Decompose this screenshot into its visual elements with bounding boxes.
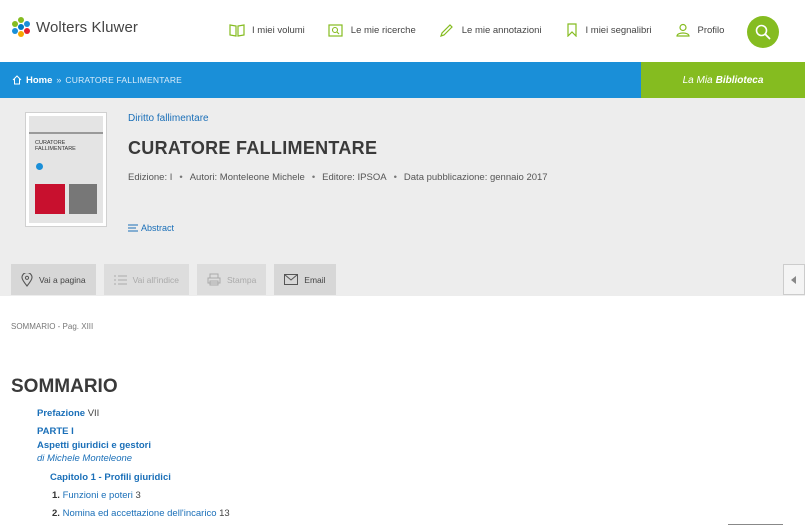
list-icon	[113, 275, 127, 284]
home-icon	[12, 75, 22, 85]
cover-band	[29, 132, 103, 134]
nav-my-volumes[interactable]: I miei volumi	[229, 23, 305, 37]
abstract-label: Abstract	[141, 223, 175, 233]
toc-item-number: 1.	[52, 490, 60, 501]
book-publication-date: Data pubblicazione: gennaio 2017	[403, 172, 548, 183]
nav-my-bookmarks-label: I miei segnalibri	[585, 24, 652, 36]
toc-item-page: 3	[135, 490, 141, 501]
toc-part-link[interactable]: PARTE I	[37, 426, 74, 437]
cover-title: CURATORE FALLIMENTARE	[35, 140, 76, 152]
my-library-bold: Biblioteca	[715, 74, 764, 86]
toc-prefazione-page: VII	[87, 408, 100, 419]
goto-index-label: Vai all'indice	[132, 274, 179, 285]
breadcrumb: Home » CURATORE FALLIMENTARE	[0, 62, 641, 98]
side-panel-toggle[interactable]	[783, 264, 805, 295]
book-cover: CURATORE FALLIMENTARE	[25, 112, 107, 227]
toc-prefazione: Prefazione VII	[37, 408, 99, 419]
toc-item-link[interactable]: Nomina ed accettazione dell'incarico	[63, 508, 217, 519]
envelope-icon	[284, 274, 299, 285]
toc-part-title-link[interactable]: Aspetti giuridici e gestori	[37, 440, 151, 451]
logo-mark-icon	[11, 17, 31, 37]
lines-icon	[128, 224, 138, 232]
book-authors: Autori: Monteleone Michele	[189, 172, 305, 183]
toc-item: 1. Funzioni e poteri 3	[52, 490, 141, 501]
toc-part: PARTE I	[37, 426, 74, 437]
breadcrumb-home[interactable]: Home	[12, 75, 52, 86]
brand-name: Wolters Kluwer	[36, 18, 138, 36]
book-publisher: Editore: IPSOA	[322, 172, 387, 183]
toc-item-link[interactable]: Funzioni e poteri	[63, 490, 133, 501]
toc-author-text: di Michele Monteleone	[37, 453, 133, 464]
nav-profile[interactable]: Profilo	[675, 23, 725, 37]
nav-my-searches[interactable]: Le mie ricerche	[328, 23, 416, 37]
print-label: Stampa	[227, 274, 257, 285]
map-pin-icon	[21, 272, 33, 287]
toc-part-title: Aspetti giuridici e gestori	[37, 440, 151, 451]
pencil-icon	[439, 24, 453, 37]
book-meta: Edizione: I • Autori: Monteleone Michele…	[128, 172, 548, 183]
toc-chapter-link[interactable]: Capitolo 1 - Profili giuridici	[50, 472, 171, 483]
cover-red-block	[35, 184, 65, 214]
book-icon	[229, 24, 245, 37]
print-button[interactable]: Stampa	[197, 264, 267, 295]
book-edition: Edizione: I	[128, 172, 173, 183]
goto-page-label: Vai a pagina	[39, 274, 86, 285]
page-reference: SOMMARIO - Pag. XIII	[11, 322, 94, 331]
book-cover-image: CURATORE FALLIMENTARE	[29, 116, 103, 223]
wolters-kluwer-logo[interactable]: Wolters Kluwer	[11, 17, 138, 37]
top-header: Wolters Kluwer I miei volumi Le mie rice…	[0, 0, 805, 62]
toc-item-number: 2.	[52, 508, 60, 519]
divider-line	[728, 524, 783, 525]
bookmark-icon	[566, 23, 577, 37]
book-title: CURATORE FALLIMENTARE	[128, 138, 378, 158]
breadcrumb-separator: »	[56, 75, 62, 85]
breadcrumb-current: CURATORE FALLIMENTARE	[65, 75, 183, 85]
toc-author: di Michele Monteleone	[37, 453, 132, 464]
toc-chapter: Capitolo 1 - Profili giuridici	[50, 472, 171, 483]
toc-item-page: 13	[219, 508, 230, 519]
printer-icon	[207, 273, 221, 286]
caret-left-icon	[791, 275, 796, 284]
email-label: Email	[304, 274, 326, 285]
nav-my-volumes-label: I miei volumi	[252, 24, 305, 36]
nav-my-bookmarks[interactable]: I miei segnalibri	[565, 23, 652, 37]
my-library-button[interactable]: La Mia Biblioteca	[641, 62, 805, 98]
abstract-link[interactable]: Abstract	[128, 223, 174, 233]
nav-profile-label: Profilo	[697, 24, 725, 36]
toc-prefazione-link[interactable]: Prefazione	[37, 408, 85, 419]
user-icon	[675, 23, 690, 37]
my-library-prefix: La Mia	[682, 74, 713, 86]
goto-index-button[interactable]: Vai all'indice	[103, 264, 189, 295]
content-heading: SOMMARIO	[11, 376, 118, 397]
email-button[interactable]: Email	[274, 264, 336, 295]
search-folder-icon	[328, 24, 343, 37]
nav-my-annotations-label: Le mie annotazioni	[461, 24, 542, 36]
book-info-panel: CURATORE FALLIMENTARE Diritto fallimenta…	[0, 98, 805, 296]
search-icon	[755, 24, 771, 40]
breadcrumb-home-label: Home	[26, 74, 53, 86]
cover-grey-block	[69, 184, 97, 214]
search-button[interactable]	[747, 16, 779, 48]
nav-my-searches-label: Le mie ricerche	[350, 24, 416, 36]
main-nav: I miei volumi Le mie ricerche Le mie ann…	[229, 23, 747, 37]
toolbar: Vai a pagina Vai all'indice Stampa Email	[11, 264, 344, 295]
toc-item: 2. Nomina ed accettazione dell'incarico …	[52, 508, 230, 519]
book-category-link[interactable]: Diritto fallimentare	[128, 113, 209, 124]
nav-my-annotations[interactable]: Le mie annotazioni	[439, 23, 542, 37]
cover-logo-dot	[36, 163, 43, 170]
goto-page-button[interactable]: Vai a pagina	[11, 264, 96, 295]
